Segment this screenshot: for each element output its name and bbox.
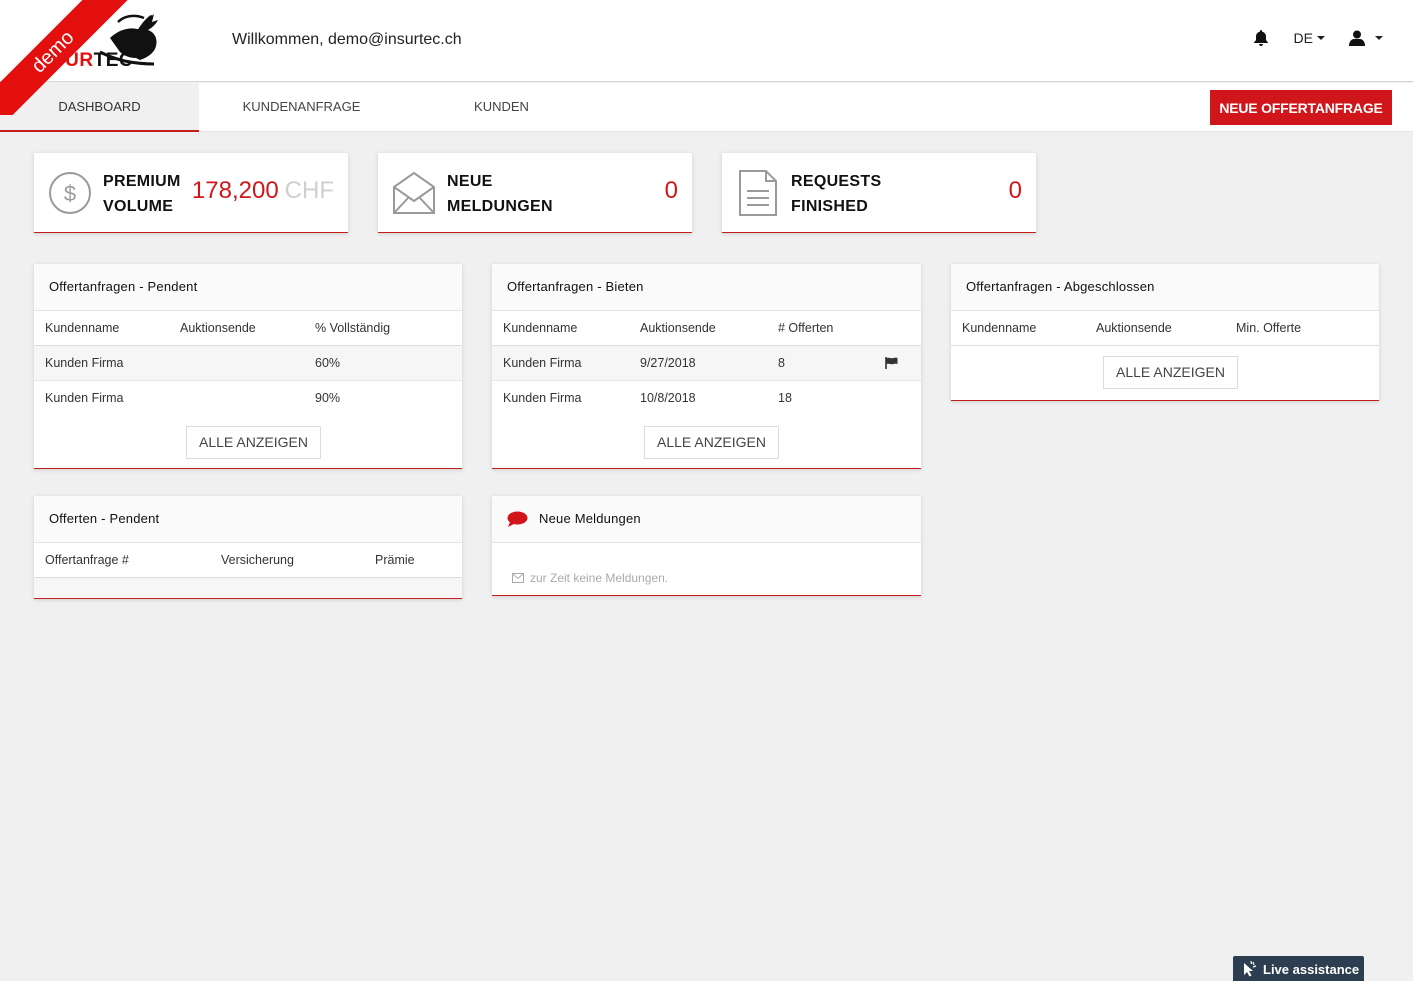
cell-kundenname: Kunden Firma xyxy=(503,356,582,370)
table-header: Kundenname Auktionsende Min. Offerte xyxy=(951,311,1379,346)
column-header[interactable]: Kundenname xyxy=(503,311,577,345)
column-header[interactable]: Auktionsende xyxy=(180,311,256,345)
show-all-button[interactable]: ALLE ANZEIGEN xyxy=(186,426,321,459)
panel-footer: ALLE ANZEIGEN xyxy=(492,416,921,468)
cell-auktionsende: 10/8/2018 xyxy=(640,391,696,405)
table-row[interactable]: Kunden Firma 10/8/2018 18 xyxy=(492,381,921,416)
live-assistance-label: Live assistance xyxy=(1263,961,1360,977)
user-menu[interactable] xyxy=(1349,30,1383,46)
table-row[interactable]: Kunden Firma 9/27/2018 8 xyxy=(492,346,921,381)
main-nav: DASHBOARD KUNDENANFRAGE KUNDEN NEUE OFFE… xyxy=(0,83,1413,132)
show-all-button[interactable]: ALLE ANZEIGEN xyxy=(1103,356,1238,389)
column-header[interactable]: Auktionsende xyxy=(1096,311,1172,345)
panel-neue-meldungen: Neue Meldungen zur Zeit keine Meldungen. xyxy=(492,496,921,596)
language-selector[interactable]: DE xyxy=(1294,30,1325,46)
language-label: DE xyxy=(1293,30,1313,46)
document-icon xyxy=(739,170,777,216)
column-header[interactable]: Prämie xyxy=(375,543,415,577)
cell-kundenname: Kunden Firma xyxy=(45,391,124,405)
panel-offertanfragen-abgeschlossen: Offertanfragen - Abgeschlossen Kundennam… xyxy=(951,264,1379,401)
panel-offertanfragen-pendent: Offertanfragen - Pendent Kundenname Aukt… xyxy=(34,264,462,469)
stat-value: 0 xyxy=(664,177,678,204)
column-header[interactable]: # Offerten xyxy=(778,311,833,345)
panel-title: Offertanfragen - Abgeschlossen xyxy=(951,264,1379,311)
stat-label-line2: FINISHED xyxy=(791,198,869,215)
demo-ribbon-label: demo xyxy=(0,0,130,115)
stat-label-line1: PREMIUM xyxy=(103,173,181,190)
table-header: Offertanfrage # Versicherung Prämie xyxy=(34,543,462,578)
table-row[interactable]: Kunden Firma 90% xyxy=(34,381,462,416)
new-offer-request-button[interactable]: NEUE OFFERTANFRAGE xyxy=(1210,90,1392,125)
cell-vollstaendig: 60% xyxy=(315,356,341,370)
stat-value: 0 xyxy=(1008,177,1022,204)
stat-label: NEUE MELDUNGEN xyxy=(447,169,553,219)
table-header: Kundenname Auktionsende # Offerten xyxy=(492,311,921,346)
panel-title: Neue Meldungen xyxy=(539,511,641,526)
cell-vollstaendig: 90% xyxy=(315,391,341,405)
envelope-icon xyxy=(393,171,435,214)
column-header[interactable]: % Vollständig xyxy=(315,311,390,345)
table-row[interactable]: Kunden Firma 60% xyxy=(34,346,462,381)
cursor-click-icon xyxy=(1244,961,1257,977)
chat-bubble-icon xyxy=(507,511,528,527)
chevron-down-icon xyxy=(1317,36,1325,40)
column-header[interactable]: Kundenname xyxy=(45,311,119,345)
tab-kundenanfrage[interactable]: KUNDENANFRAGE xyxy=(202,83,401,132)
header-actions: DE xyxy=(1253,30,1383,46)
stat-value: 178,200 CHF xyxy=(192,177,334,205)
cell-offerten: 8 xyxy=(778,356,785,370)
stat-value-unit: CHF xyxy=(284,177,334,204)
table-header: Kundenname Auktionsende % Vollständig xyxy=(34,311,462,346)
stat-label-line1: NEUE xyxy=(447,173,493,190)
stat-value-number: 178,200 xyxy=(191,177,279,204)
app-header: demo SURTEC Willkommen, demo@insurtec.ch… xyxy=(0,0,1413,115)
stat-premium-volume: $ PREMIUM VOLUME 178,200 CHF xyxy=(34,153,348,233)
stat-label: REQUESTS FINISHED xyxy=(791,169,881,219)
panel-title: Offerten - Pendent xyxy=(34,496,462,543)
stat-requests-finished: REQUESTS FINISHED 0 xyxy=(722,153,1036,233)
envelope-icon xyxy=(512,572,524,583)
stat-label-line2: VOLUME xyxy=(103,198,174,215)
demo-ribbon: demo xyxy=(0,0,130,115)
panel-title-row: Neue Meldungen xyxy=(492,496,921,543)
no-messages-text: zur Zeit keine Meldungen. xyxy=(530,570,669,585)
cell-auktionsende: 9/27/2018 xyxy=(640,356,696,370)
stat-neue-meldungen: NEUE MELDUNGEN 0 xyxy=(378,153,692,233)
show-all-button[interactable]: ALLE ANZEIGEN xyxy=(644,426,779,459)
user-icon xyxy=(1349,30,1365,46)
empty-table-body xyxy=(34,578,462,598)
column-header[interactable]: Min. Offerte xyxy=(1236,311,1301,345)
panel-offertanfragen-bieten: Offertanfragen - Bieten Kundenname Aukti… xyxy=(492,264,921,469)
stat-label: PREMIUM VOLUME xyxy=(103,169,181,219)
flag-icon[interactable] xyxy=(885,357,898,369)
bell-icon[interactable] xyxy=(1253,30,1268,46)
live-assistance-button[interactable]: Live assistance xyxy=(1233,956,1364,981)
stat-label-line2: MELDUNGEN xyxy=(447,198,553,215)
tab-kunden[interactable]: KUNDEN xyxy=(402,83,601,132)
cell-offerten: 18 xyxy=(778,391,792,405)
cell-kundenname: Kunden Firma xyxy=(45,356,124,370)
cell-kundenname: Kunden Firma xyxy=(503,391,582,405)
welcome-text: Willkommen, demo@insurtec.ch xyxy=(232,31,462,48)
panel-footer: ALLE ANZEIGEN xyxy=(34,416,462,468)
svg-text:$: $ xyxy=(64,181,76,206)
chevron-down-icon xyxy=(1375,36,1383,40)
panel-title: Offertanfragen - Pendent xyxy=(34,264,462,311)
column-header[interactable]: Offertanfrage # xyxy=(45,543,129,577)
column-header[interactable]: Kundenname xyxy=(962,311,1036,345)
panel-title: Offertanfragen - Bieten xyxy=(492,264,921,311)
stat-label-line1: REQUESTS xyxy=(791,173,882,190)
panel-footer: ALLE ANZEIGEN xyxy=(951,346,1379,400)
panel-offerten-pendent: Offerten - Pendent Offertanfrage # Versi… xyxy=(34,496,462,599)
column-header[interactable]: Versicherung xyxy=(221,543,294,577)
no-messages-notice: zur Zeit keine Meldungen. xyxy=(492,543,921,595)
column-header[interactable]: Auktionsende xyxy=(640,311,716,345)
dollar-icon: $ xyxy=(49,172,91,214)
